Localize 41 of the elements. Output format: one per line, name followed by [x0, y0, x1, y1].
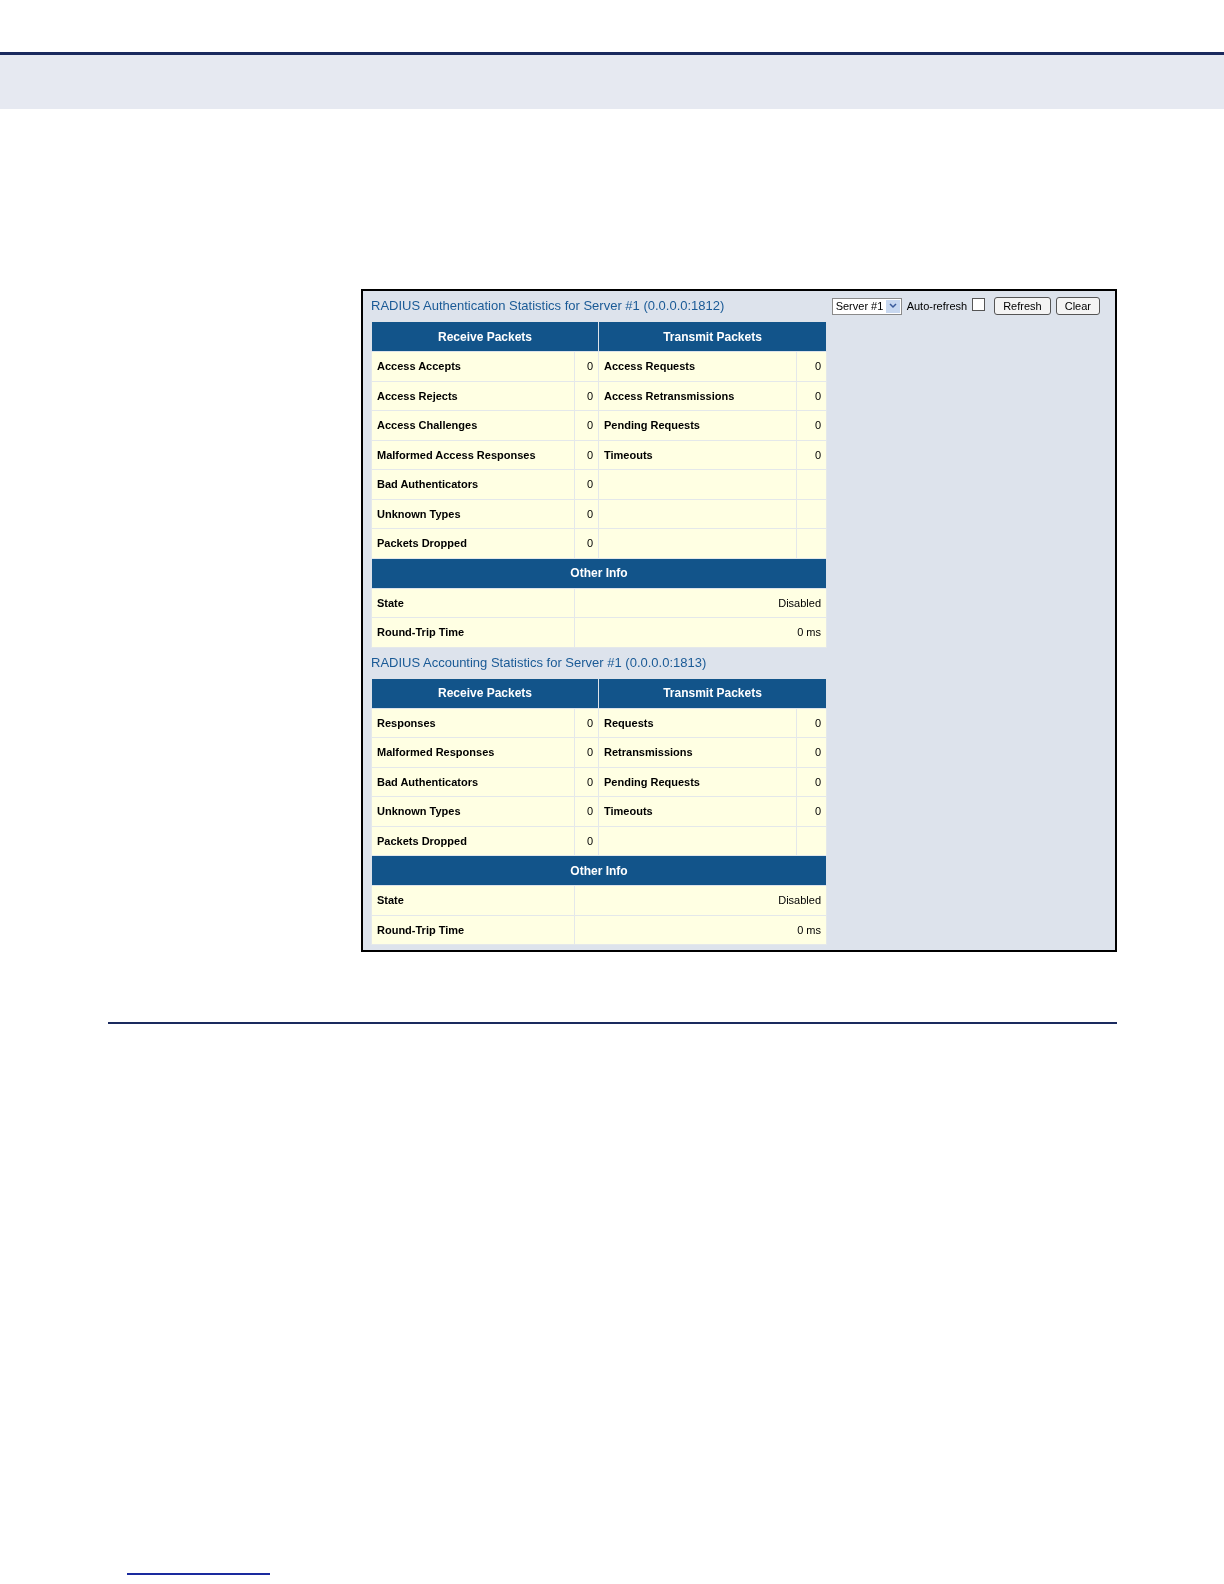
table-cell: Packets Dropped [371, 528, 575, 558]
table-cell: Disabled [574, 588, 827, 618]
column-header: Transmit Packets [598, 321, 827, 352]
section-header: Other Info [371, 855, 827, 886]
table-cell: State [371, 885, 575, 915]
table-cell: Retransmissions [598, 737, 797, 767]
table-cell: Unknown Types [371, 796, 575, 826]
table-cell: 0 ms [574, 617, 827, 647]
table-cell: 0 ms [574, 915, 827, 945]
table-cell: Malformed Responses [371, 737, 575, 767]
table-cell: Timeouts [598, 440, 797, 470]
table-cell: Access Challenges [371, 410, 575, 440]
table-cell: Access Accepts [371, 351, 575, 381]
section-title: RADIUS Accounting Statistics for Server #1 (0.0.0.0:1813) [371, 653, 707, 672]
section-header: Other Info [371, 558, 827, 588]
table-cell: Packets Dropped [371, 826, 575, 856]
table-cell: Pending Requests [598, 767, 797, 797]
server-select[interactable]: Server #1 [831, 297, 902, 315]
section-title: RADIUS Authentication Statistics for Server #1 (0.0.0.0:1812) [371, 297, 725, 316]
table-cell: Unknown Types [371, 499, 575, 529]
auto-refresh-checkbox[interactable] [972, 297, 986, 311]
toolbar-button[interactable]: Refresh [994, 297, 1051, 315]
table-cell: Requests [598, 708, 797, 738]
column-header: Receive Packets [371, 678, 599, 708]
table-cell: Round-Trip Time [371, 915, 575, 945]
table-cell: Pending Requests [598, 410, 797, 440]
column-header: Receive Packets [371, 321, 599, 352]
auto-refresh-label: Auto-refresh [906, 298, 968, 314]
table-cell: Timeouts [598, 796, 797, 826]
table-cell: Responses [371, 708, 575, 738]
table-cell: Disabled [574, 885, 827, 915]
toolbar-button[interactable]: Clear [1055, 297, 1100, 315]
table-cell: State [371, 588, 575, 618]
table-cell: Round-Trip Time [371, 617, 575, 647]
column-header: Transmit Packets [598, 678, 827, 708]
table-cell: Malformed Access Responses [371, 440, 575, 470]
table-cell: Bad Authenticators [371, 767, 575, 797]
table-cell: Access Rejects [371, 381, 575, 411]
table-cell: Bad Authenticators [371, 469, 575, 499]
table-cell: Access Requests [598, 351, 797, 381]
table-cell: Access Retransmissions [598, 381, 797, 411]
